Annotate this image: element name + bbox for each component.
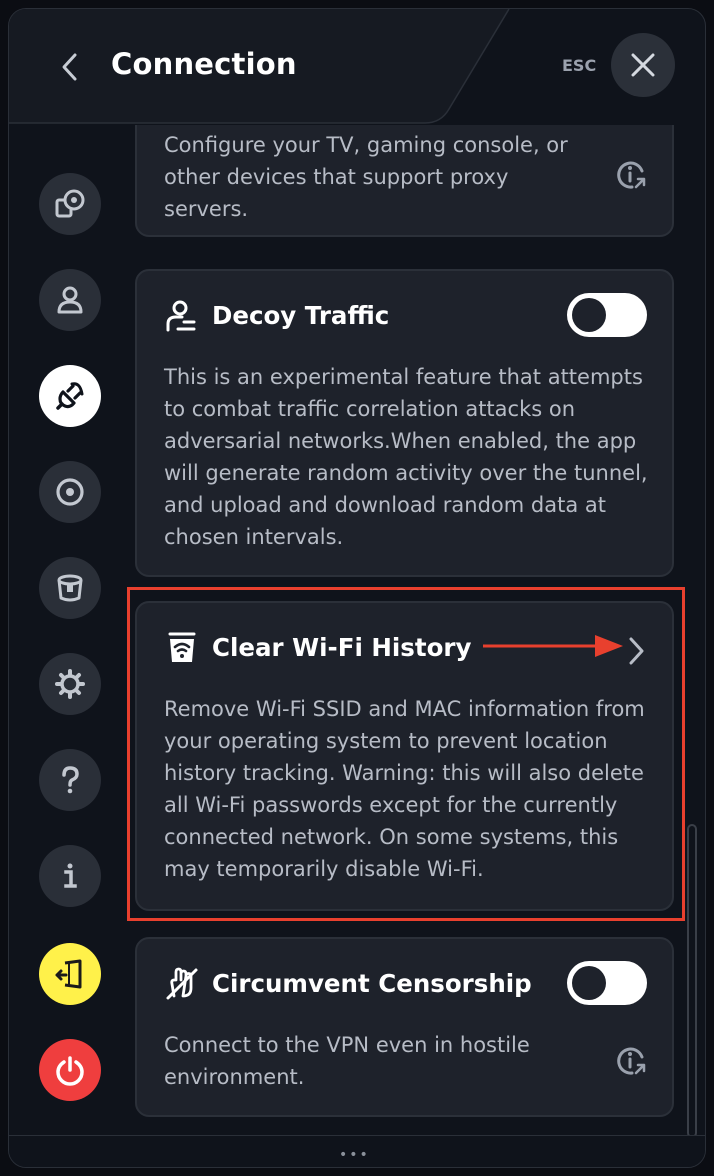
sidebar-item-exit[interactable] xyxy=(39,943,101,1005)
settings-list: Configure your TV, gaming console, or ot… xyxy=(135,125,680,1135)
sidebar xyxy=(9,125,131,1135)
bucket-icon xyxy=(57,574,83,602)
back-button[interactable] xyxy=(55,49,85,85)
sidebar-item-connection[interactable] xyxy=(39,365,101,427)
close-button[interactable] xyxy=(611,33,675,97)
clear-wifi-history-title: Clear Wi-Fi History xyxy=(212,633,472,662)
proxy-card: Configure your TV, gaming console, or ot… xyxy=(135,125,674,237)
gear-icon xyxy=(55,669,85,699)
info-icon xyxy=(64,863,77,888)
scrollbar[interactable] xyxy=(687,824,697,1138)
circumvent-censorship-description: Connect to the VPN even in hostile envir… xyxy=(164,1033,530,1089)
info-external-icon xyxy=(617,161,646,189)
sidebar-item-info[interactable] xyxy=(39,845,101,907)
chevron-left-icon xyxy=(62,53,77,81)
target-icon xyxy=(56,478,84,506)
circumvent-censorship-card: Circumvent Censorship Connect to the VPN… xyxy=(135,937,674,1117)
censorship-hand-icon xyxy=(164,966,200,1002)
decoy-traffic-description: This is an experimental feature that att… xyxy=(164,365,648,549)
connection-window: Connection ESC Configure your TV, gaming… xyxy=(8,8,706,1168)
circumvent-censorship-toggle[interactable] xyxy=(567,961,647,1005)
help-icon xyxy=(62,766,79,794)
info-external-icon xyxy=(617,1047,646,1075)
proxy-info-button[interactable] xyxy=(614,157,650,193)
account-icon xyxy=(57,286,83,314)
header: Connection ESC xyxy=(9,9,705,125)
power-icon xyxy=(56,1056,84,1086)
more-dots[interactable]: ••• xyxy=(339,1147,370,1163)
toggle-knob xyxy=(572,966,606,1000)
decoy-traffic-card: Decoy Traffic This is an experimental fe… xyxy=(135,269,674,577)
exit-door-icon xyxy=(55,959,82,989)
sidebar-item-power[interactable] xyxy=(39,1039,101,1101)
devices-icon xyxy=(55,189,85,218)
sidebar-item-devices[interactable] xyxy=(39,173,101,235)
circumvent-censorship-title: Circumvent Censorship xyxy=(212,969,532,998)
decoy-traffic-toggle[interactable] xyxy=(567,293,647,337)
wifi-bucket-icon xyxy=(164,630,200,666)
clear-wifi-history-description: Remove Wi-Fi SSID and MAC information fr… xyxy=(164,697,645,881)
esc-label: ESC xyxy=(562,56,597,75)
sidebar-item-help[interactable] xyxy=(39,749,101,811)
footer-bar: ••• xyxy=(9,1135,705,1167)
annotation-arrow-icon xyxy=(483,635,623,657)
sidebar-item-bucket[interactable] xyxy=(39,557,101,619)
sidebar-item-target[interactable] xyxy=(39,461,101,523)
decoy-person-icon xyxy=(164,298,200,334)
proxy-description: Configure your TV, gaming console, or ot… xyxy=(164,133,568,221)
decoy-traffic-title: Decoy Traffic xyxy=(212,301,390,330)
connection-plug-icon xyxy=(56,382,84,410)
page-title: Connection xyxy=(111,47,297,81)
censorship-info-button[interactable] xyxy=(614,1043,650,1079)
toggle-knob xyxy=(572,298,606,332)
sidebar-item-account[interactable] xyxy=(39,269,101,331)
sidebar-item-settings[interactable] xyxy=(39,653,101,715)
close-icon xyxy=(631,53,655,77)
